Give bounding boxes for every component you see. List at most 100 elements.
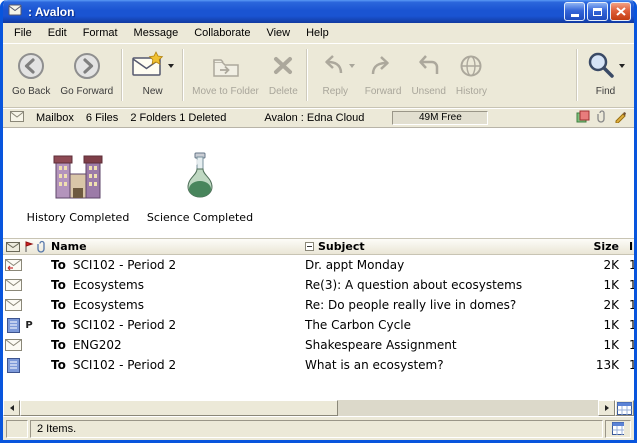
file-count-cell: 1 [621, 278, 634, 292]
name-cell: ToEcosystems [49, 298, 303, 312]
new-dropdown-caret-icon[interactable] [168, 64, 174, 68]
toolbar-button-reply[interactable]: Reply [311, 47, 360, 98]
history-icon [457, 48, 485, 84]
menu-message[interactable]: Message [126, 24, 187, 42]
message-row[interactable]: ToENG202 Shakespeare Assignment 1K 1 [3, 335, 634, 355]
file-count-cell: 1 [621, 298, 634, 312]
menu-edit[interactable]: Edit [40, 24, 75, 42]
title-bar[interactable]: : Avalon [3, 0, 634, 23]
mail-replied-icon [3, 259, 23, 271]
folders-count: 2 Folders 1 Deleted [130, 112, 226, 124]
flask-icon [178, 148, 222, 202]
toolbar-button-delete[interactable]: Delete [264, 47, 303, 98]
toolbar-separator [121, 49, 123, 101]
recipient-name: Ecosystems [73, 278, 144, 292]
status-bar: 2 Items. [3, 416, 634, 440]
menu-collaborate[interactable]: Collaborate [186, 24, 258, 42]
mailbox-icon [10, 111, 24, 125]
name-cell: ToENG202 [49, 338, 303, 352]
pages-icon[interactable] [576, 110, 590, 126]
toolbar-button-history[interactable]: History [451, 47, 492, 98]
window-title: : Avalon [28, 5, 562, 19]
toolbar-label: Unsend [411, 86, 445, 97]
statusbar-segment [6, 420, 28, 438]
toolbar-label: New [143, 86, 163, 97]
menu-view[interactable]: View [258, 24, 298, 42]
close-icon [616, 7, 626, 16]
toolbar-button-go-back[interactable]: Go Back [7, 47, 55, 98]
column-name-header[interactable]: Name [49, 240, 303, 253]
toolbar-button-go-forward[interactable]: Go Forward [55, 47, 118, 98]
file-count-cell: 1 [621, 358, 634, 372]
go-back-icon [16, 48, 46, 84]
scroll-right-button[interactable] [598, 400, 615, 416]
file-count-cell: 1 [621, 338, 634, 352]
horizontal-scrollbar [3, 399, 634, 416]
find-dropdown-caret-icon[interactable] [619, 64, 625, 68]
close-button[interactable] [610, 2, 631, 21]
toolbar-button-unsend[interactable]: Unsend [406, 47, 450, 98]
scrollbar-thumb[interactable] [20, 400, 338, 416]
size-cell: 2K [589, 298, 621, 312]
toolbar-button-move-to-folder[interactable]: Move to Folder [187, 47, 264, 98]
infobar-icons [576, 109, 627, 126]
menu-file[interactable]: File [6, 24, 40, 42]
subject-cell: Shakespeare Assignment [303, 338, 589, 352]
scroll-right-arrow-icon [605, 405, 609, 411]
size-cell: 13K [589, 358, 621, 372]
recipient-name: Ecosystems [73, 298, 144, 312]
item-count: 2 Items. [30, 420, 603, 438]
account-label: Avalon : Edna Cloud [264, 112, 364, 124]
shortcut-history-completed[interactable]: History Completed [21, 148, 135, 238]
toolbar-button-forward[interactable]: Forward [360, 47, 407, 98]
toolbar-label: History [456, 86, 487, 97]
scroll-left-button[interactable] [3, 400, 20, 416]
message-row[interactable]: P ToSCI102 - Period 2 The Carbon Cycle 1… [3, 315, 634, 335]
size-cell: 1K [589, 278, 621, 292]
maximize-button[interactable] [587, 2, 608, 21]
view-grid-button[interactable] [615, 400, 634, 416]
column-subject-header[interactable]: Subject [303, 240, 589, 253]
menu-format[interactable]: Format [75, 24, 126, 42]
pen-icon[interactable] [614, 110, 627, 126]
mail-icon [3, 279, 23, 291]
toolbar-label: Delete [269, 86, 298, 97]
mailbox-label: Mailbox [36, 112, 74, 124]
message-row[interactable]: ToSCI102 - Period 2 Dr. appt Monday 2K 1 [3, 255, 634, 275]
subject-header-label: Subject [318, 240, 365, 253]
toolbar-button-find[interactable]: Find [581, 47, 630, 98]
scroll-left-arrow-icon [10, 405, 14, 411]
message-row[interactable]: ToEcosystems Re(3): A question about eco… [3, 275, 634, 295]
toolbar-button-new[interactable]: New [126, 47, 179, 98]
column-size-header[interactable]: Size [589, 240, 621, 253]
subject-cell: Re: Do people really live in domes? [303, 298, 589, 312]
paperclip-icon [37, 240, 47, 253]
scrollbar-track[interactable] [20, 400, 598, 416]
minimize-icon [571, 14, 579, 17]
subject-cell: Re(3): A question about ecosystems [303, 278, 589, 292]
subject-cell: Dr. appt Monday [303, 258, 589, 272]
message-row[interactable]: ToSCI102 - Period 2 What is an ecosystem… [3, 355, 634, 375]
column-icon-header[interactable] [3, 242, 23, 252]
new-message-icon [131, 51, 165, 82]
window-icon[interactable] [8, 3, 23, 20]
mail-icon [3, 299, 23, 311]
column-attach-header[interactable] [35, 240, 49, 253]
message-row[interactable]: ToEcosystems Re: Do people really live i… [3, 295, 634, 315]
toolbar: Go Back Go Forward New Move to Folder [3, 44, 634, 108]
shortcut-science-completed[interactable]: Science Completed [143, 148, 257, 238]
menu-help[interactable]: Help [298, 24, 337, 42]
to-label: To [51, 258, 66, 272]
toolbar-label: Find [596, 86, 615, 97]
name-cell: ToSCI102 - Period 2 [49, 258, 303, 272]
paperclip-icon[interactable] [597, 109, 607, 126]
list-view-button[interactable] [605, 420, 631, 438]
subject-collapse-toggle[interactable] [305, 242, 314, 251]
column-flag-header[interactable] [23, 241, 35, 253]
size-cell: 1K [589, 338, 621, 352]
message-list: ToSCI102 - Period 2 Dr. appt Monday 2K 1… [3, 255, 634, 399]
column-extra-header[interactable]: I [621, 240, 634, 253]
reply-dropdown-caret-icon[interactable] [349, 64, 355, 68]
subject-cell: The Carbon Cycle [303, 318, 589, 332]
minimize-button[interactable] [564, 2, 585, 21]
